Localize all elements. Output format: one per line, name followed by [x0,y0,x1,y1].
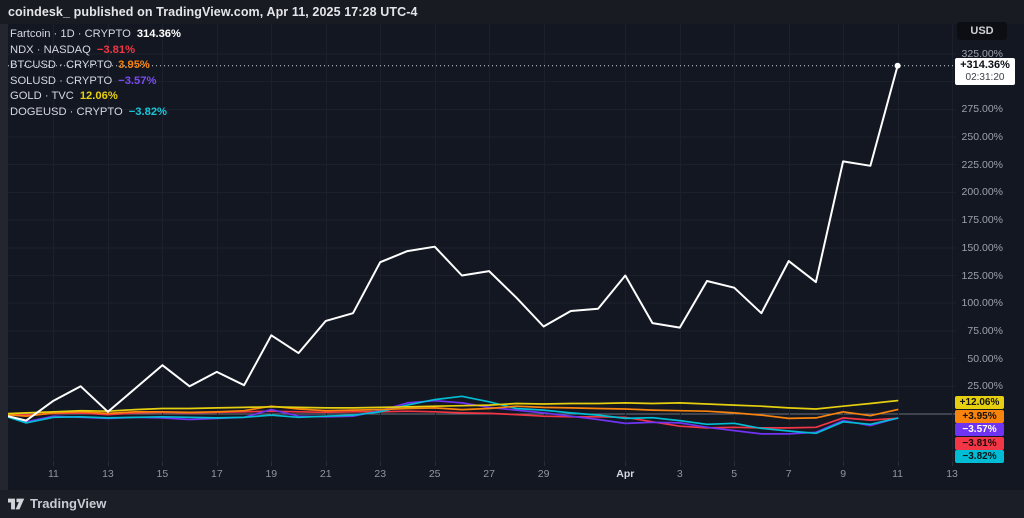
legend-value: 314.36% [137,28,181,40]
time-tick-label: 9 [826,468,860,480]
time-tick-label: Apr [608,468,642,480]
tradingview-snapshot: coindesk_ published on TradingView.com, … [0,0,1024,518]
time-tick-label: 25 [418,468,452,480]
time-tick-label: 5 [717,468,751,480]
time-tick-label: 23 [363,468,397,480]
price-tick-label: 275.00% [938,103,1003,115]
time-tick-label: 19 [254,468,288,480]
price-tick-label: 200.00% [938,186,1003,198]
legend-row-dogeusd[interactable]: DOGEUSD · CRYPTO −3.82% [10,105,181,121]
time-tick-label: 11 [36,468,70,480]
last-price-value: +314.36% [955,59,1015,72]
price-tick-label: 25.00% [938,380,1003,392]
time-tick-label: 7 [772,468,806,480]
series-price-label: +3.95% [955,410,1004,423]
series-price-label: −3.81% [955,437,1004,450]
legend-symbol: Fartcoin · 1D · CRYPTO [10,28,131,40]
price-tick-label: 50.00% [938,353,1003,365]
time-tick-label: 21 [309,468,343,480]
time-tick-label: 3 [663,468,697,480]
legend-value: −3.81% [97,44,135,56]
legend-row-ndx[interactable]: NDX · NASDAQ −3.81% [10,43,181,59]
legend-value: 12.06% [80,90,118,102]
tradingview-brand[interactable]: TradingView [30,496,106,511]
attribution-bar: coindesk_ published on TradingView.com, … [0,0,1024,24]
price-tick-label: 150.00% [938,242,1003,254]
time-tick-label: 15 [145,468,179,480]
legend-symbol: GOLD · TVC [10,90,74,102]
legend-symbol: NDX · NASDAQ [10,44,91,56]
legend-value: −3.57% [118,75,156,87]
price-tick-label: 175.00% [938,214,1003,226]
tradingview-logo-icon[interactable] [8,497,25,511]
legend-row-solusd[interactable]: SOLUSD · CRYPTO −3.57% [10,74,181,90]
price-tick-label: 75.00% [938,325,1003,337]
legend-symbol: SOLUSD · CRYPTO [10,75,112,87]
currency-toggle-usd[interactable]: USD [957,22,1007,40]
last-price-marker [895,63,901,69]
left-gutter [0,24,8,490]
series-price-label: −3.57% [955,423,1004,436]
price-tick-label: 225.00% [938,159,1003,171]
legend-row-fartcoin[interactable]: Fartcoin · 1D · CRYPTO 314.36% [10,27,181,43]
legend-symbol: BTCUSD · CRYPTO [10,59,112,71]
series-price-label: +12.06% [955,396,1004,409]
price-tick-label: 250.00% [938,131,1003,143]
footer-bar: TradingView [0,490,1024,518]
price-tick-label: 100.00% [938,297,1003,309]
time-tick-label: 27 [472,468,506,480]
last-price-label: +314.36% 02:31:20 [955,58,1015,85]
time-tick-label: 29 [527,468,561,480]
time-tick-label: 11 [881,468,915,480]
legend-value: 3.95% [118,59,150,71]
time-tick-label: 17 [200,468,234,480]
legend-row-btcusd[interactable]: BTCUSD · CRYPTO 3.95% [10,58,181,74]
legend-symbol: DOGEUSD · CRYPTO [10,106,123,118]
legend-value: −3.82% [129,106,167,118]
legend-row-gold[interactable]: GOLD · TVC 12.06% [10,89,181,105]
bar-countdown: 02:31:20 [955,72,1015,83]
legend: Fartcoin · 1D · CRYPTO 314.36% NDX · NASD… [10,27,181,121]
time-tick-label: 13 [91,468,125,480]
price-tick-label: 125.00% [938,270,1003,282]
time-tick-label: 13 [935,468,969,480]
series-price-label: −3.82% [955,450,1004,463]
attribution-text: coindesk_ published on TradingView.com, … [8,5,418,19]
